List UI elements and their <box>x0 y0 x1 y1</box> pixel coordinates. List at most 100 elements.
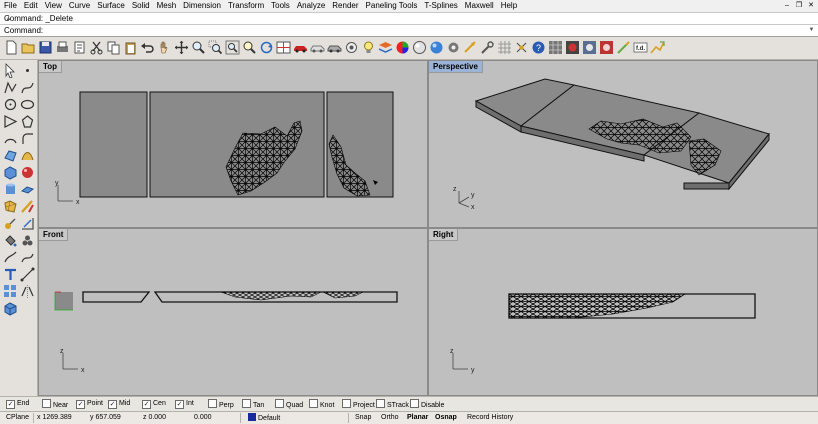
osnap-int[interactable]: ✓ Int <box>175 399 194 409</box>
viewport-perspective[interactable]: y x z Perspective <box>428 60 818 228</box>
viewport-right[interactable]: y z Right <box>428 228 818 396</box>
extrude-icon[interactable] <box>20 182 35 197</box>
menu-solid[interactable]: Solid <box>128 0 153 11</box>
environment-icon[interactable] <box>582 40 597 55</box>
osnap-toggle[interactable]: Osnap <box>435 413 457 423</box>
osnap-cen[interactable]: ✓ Cen <box>142 399 166 409</box>
grid-render-icon[interactable] <box>548 40 563 55</box>
analyze-icon[interactable] <box>20 216 35 231</box>
snap-settings-icon[interactable] <box>514 40 529 55</box>
point-icon[interactable] <box>20 63 35 78</box>
car-wireframe-icon[interactable] <box>310 40 325 55</box>
copy-icon[interactable] <box>106 40 121 55</box>
rotate-view-icon[interactable] <box>259 40 274 55</box>
osnap-mid-checkbox[interactable]: ✓ <box>108 400 117 409</box>
osnap-knot-checkbox[interactable] <box>309 399 318 408</box>
surface-icon[interactable] <box>3 148 18 163</box>
osnap-strack[interactable]: STrack <box>376 399 409 409</box>
planar-toggle[interactable]: Planar <box>407 413 428 423</box>
ortho-toggle[interactable]: Ortho <box>381 413 399 423</box>
snap-toggle[interactable]: Snap <box>355 413 371 423</box>
mirror-icon[interactable] <box>20 284 35 299</box>
box-icon[interactable] <box>3 165 18 180</box>
osnap-project-checkbox[interactable] <box>342 399 351 408</box>
arc-icon[interactable] <box>3 131 18 146</box>
menu-help[interactable]: Help <box>497 0 520 11</box>
maxwell-fire-icon[interactable]: f.d. <box>633 40 648 55</box>
scroll-down-icon[interactable]: ▼ <box>807 26 816 35</box>
tools-icon[interactable] <box>480 40 495 55</box>
zoom-extents-icon[interactable] <box>225 40 240 55</box>
text-icon[interactable] <box>3 267 18 282</box>
scroll-up-icon[interactable]: ▲ <box>4 14 13 23</box>
menu-file[interactable]: File <box>0 0 20 11</box>
transform-icon[interactable] <box>3 216 18 231</box>
layer-selector[interactable]: Default <box>248 413 280 424</box>
osnap-project[interactable]: Project <box>342 399 375 409</box>
restore-icon[interactable]: ❐ <box>794 1 804 11</box>
viewport-top[interactable]: x y Top <box>38 60 428 228</box>
cut-icon[interactable] <box>89 40 104 55</box>
render-sphere-icon[interactable] <box>429 40 444 55</box>
solid-tools-icon[interactable] <box>3 301 18 316</box>
menu-view[interactable]: View <box>41 0 65 11</box>
osnap-knot[interactable]: Knot <box>309 399 334 409</box>
four-view-icon[interactable] <box>276 40 291 55</box>
cplane-label[interactable]: CPlane <box>6 413 29 423</box>
select-arrow-icon[interactable] <box>3 63 18 78</box>
osnap-strack-checkbox[interactable] <box>376 399 385 408</box>
pan-hand-icon[interactable] <box>157 40 172 55</box>
split-icon[interactable] <box>3 250 18 265</box>
osnap-int-checkbox[interactable]: ✓ <box>175 400 184 409</box>
zoom-icon[interactable] <box>191 40 206 55</box>
material-icon[interactable] <box>412 40 427 55</box>
menu-maxwell[interactable]: Maxwell <box>461 0 497 11</box>
record-history-toggle[interactable]: Record History <box>467 413 513 423</box>
menu-tools[interactable]: Tools <box>267 0 293 11</box>
mesh-icon[interactable] <box>3 199 18 214</box>
viewport-label-top[interactable]: Top <box>39 61 63 73</box>
menu-curve[interactable]: Curve <box>65 0 93 11</box>
zoom-window-icon[interactable] <box>208 40 223 55</box>
viewport-label-right[interactable]: Right <box>429 229 459 241</box>
menu-render[interactable]: Render <box>328 0 361 11</box>
circle-icon[interactable] <box>3 97 18 112</box>
viewport-label-front[interactable]: Front <box>39 229 69 241</box>
paint-bucket-icon[interactable] <box>3 233 18 248</box>
osnap-near[interactable]: Near <box>42 399 68 409</box>
new-file-icon[interactable] <box>4 40 19 55</box>
osnap-quad[interactable]: Quad <box>275 399 303 409</box>
print-icon[interactable] <box>55 40 70 55</box>
viewport-front[interactable]: x z Front <box>38 228 428 396</box>
osnap-point-checkbox[interactable]: ✓ <box>76 400 85 409</box>
menu-dimension[interactable]: Dimension <box>179 0 224 11</box>
car-shaded-icon[interactable] <box>327 40 342 55</box>
loft-icon[interactable] <box>20 148 35 163</box>
select-filter-icon[interactable] <box>344 40 359 55</box>
cylinder-icon[interactable] <box>3 182 18 197</box>
zoom-selected-icon[interactable] <box>242 40 257 55</box>
sphere-icon[interactable] <box>20 165 35 180</box>
ellipse-icon[interactable] <box>20 97 35 112</box>
help-icon[interactable]: ? <box>531 40 546 55</box>
menu-mesh[interactable]: Mesh <box>153 0 180 11</box>
menu-t-splines[interactable]: T-Splines <box>420 0 460 11</box>
osnap-tan[interactable]: Tan <box>242 399 264 409</box>
fillet-icon[interactable] <box>20 131 35 146</box>
open-folder-icon[interactable] <box>21 40 36 55</box>
rectangle-icon[interactable] <box>3 114 18 129</box>
menu-analyze[interactable]: Analyze <box>293 0 328 11</box>
osnap-tan-checkbox[interactable] <box>242 399 251 408</box>
maxwell-studio-icon[interactable] <box>650 40 665 55</box>
command-input[interactable] <box>48 25 788 35</box>
texture-map-icon[interactable] <box>565 40 580 55</box>
osnap-perp-checkbox[interactable] <box>208 399 217 408</box>
light-bulb-icon[interactable] <box>361 40 376 55</box>
osnap-quad-checkbox[interactable] <box>275 399 284 408</box>
color-wheel-icon[interactable] <box>395 40 410 55</box>
osnap-disable[interactable]: Disable <box>410 399 444 409</box>
menu-surface[interactable]: Surface <box>93 0 128 11</box>
move-icon[interactable] <box>174 40 189 55</box>
close-icon[interactable]: ✕ <box>806 1 816 11</box>
osnap-mid[interactable]: ✓ Mid <box>108 399 130 409</box>
